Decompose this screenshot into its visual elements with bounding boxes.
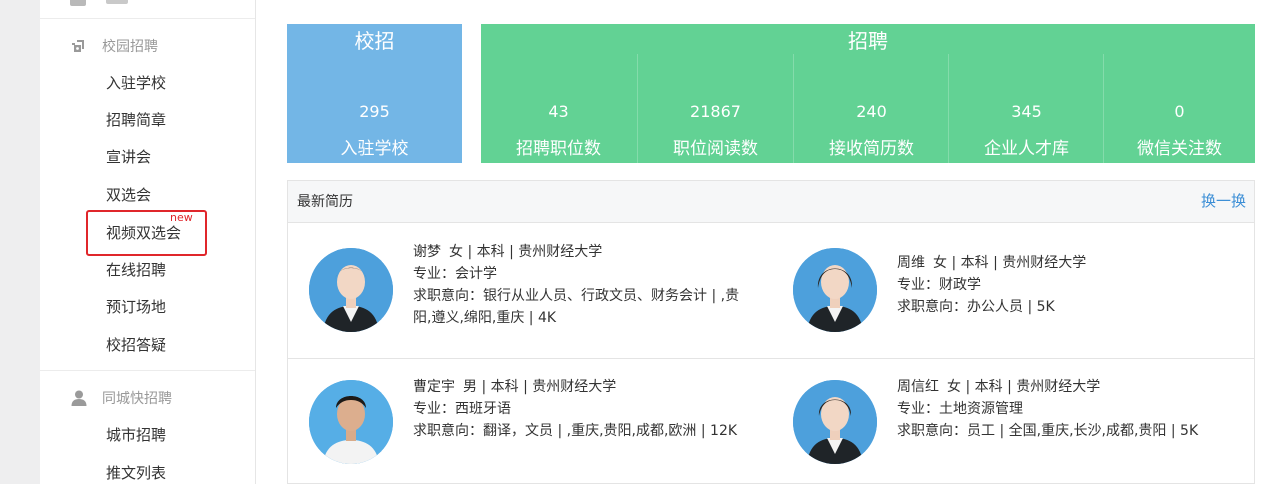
resume-major: 专业：会计学 <box>413 266 497 282</box>
sidebar-item-venue-booking[interactable]: 预订场地 <box>106 296 166 318</box>
sidebar-item-job-fair[interactable]: 双选会 <box>106 184 151 206</box>
stat-value: 345 <box>1011 102 1042 121</box>
resume-info: 曹定宇男 | 本科 | 贵州财经大学 专业：西班牙语 求职意向：翻译，文员 | … <box>413 376 753 442</box>
stat-job-views[interactable]: 21867 职位阅读数 <box>638 54 793 163</box>
sidebar-item-campus-faq[interactable]: 校招答疑 <box>106 334 166 356</box>
resume-summary: 女 | 本科 | 贵州财经大学 <box>947 379 1101 395</box>
sidebar-divider <box>40 370 255 371</box>
resume-name: 周信红 <box>897 379 939 395</box>
resume-summary-line: 谢梦女 | 本科 | 贵州财经大学 <box>413 241 753 263</box>
resume-summary-line: 周维女 | 本科 | 贵州财经大学 <box>897 252 1237 274</box>
new-badge: new <box>170 211 193 224</box>
resume-major: 专业：土地资源管理 <box>897 401 1023 417</box>
resume-info: 周维女 | 本科 | 贵州财经大学 专业：财政学 求职意向：办公人员 | 5K <box>897 252 1237 318</box>
sidebar-item-schools[interactable]: 入驻学校 <box>106 72 166 94</box>
stat-label: 招聘职位数 <box>516 139 601 159</box>
campus-stats-title: 校招 <box>354 29 395 53</box>
stat-label: 接收简历数 <box>829 139 914 159</box>
avatar <box>793 248 877 332</box>
resume-summary: 男 | 本科 | 贵州财经大学 <box>463 379 617 395</box>
sidebar-group-label: 同城快招聘 <box>102 391 172 407</box>
avatar <box>309 248 393 332</box>
sidebar-group-city[interactable]: 同城快招聘 <box>40 387 172 409</box>
resume-major: 专业：西班牙语 <box>413 401 511 417</box>
campus-icon <box>70 37 88 55</box>
sidebar-item-brochure[interactable]: 招聘简章 <box>106 109 166 131</box>
sidebar-previous-item-label <box>106 0 128 4</box>
resume-name: 谢梦 <box>413 244 441 260</box>
stat-value: 21867 <box>690 102 741 121</box>
stat-value: 240 <box>856 102 887 121</box>
resume-name: 周维 <box>897 255 925 271</box>
sidebar-item-article-list[interactable]: 推文列表 <box>106 462 166 484</box>
recruit-stats-title: 招聘 <box>848 29 888 53</box>
resume-card[interactable]: 曹定宇男 | 本科 | 贵州财经大学 专业：西班牙语 求职意向：翻译，文员 | … <box>309 373 779 493</box>
resume-info: 谢梦女 | 本科 | 贵州财经大学 专业：会计学 求职意向：银行从业人员、行政文… <box>413 241 753 329</box>
stat-job-posts[interactable]: 43 招聘职位数 <box>481 54 636 163</box>
resume-intent: 求职意向：翻译，文员 | ,重庆,贵阳,成都,欧洲 | 12K <box>413 423 738 439</box>
user-icon <box>70 389 88 407</box>
resume-summary: 女 | 本科 | 贵州财经大学 <box>449 244 603 260</box>
stat-wechat-followers[interactable]: 0 微信关注数 <box>1104 54 1255 163</box>
recruit-stats-card: 招聘 43 招聘职位数 21867 职位阅读数 240 接收简历数 345 企业… <box>481 24 1255 163</box>
resume-card[interactable]: 谢梦女 | 本科 | 贵州财经大学 专业：会计学 求职意向：银行从业人员、行政文… <box>309 241 779 361</box>
refresh-button[interactable]: 换一换 <box>1201 191 1246 211</box>
resume-summary-line: 周信红女 | 本科 | 贵州财经大学 <box>897 376 1237 398</box>
stat-value: 43 <box>548 102 569 121</box>
window-left-gutter <box>0 0 40 484</box>
panel-header: 最新简历 换一换 <box>288 181 1254 223</box>
resume-card[interactable]: 周信红女 | 本科 | 贵州财经大学 专业：土地资源管理 求职意向：员工 | 全… <box>793 373 1263 493</box>
stat-label: 职位阅读数 <box>673 139 758 159</box>
campus-stats-card: 校招 295 入驻学校 <box>287 24 462 163</box>
resume-major: 专业：财政学 <box>897 277 981 293</box>
sidebar-group-campus[interactable]: 校园招聘 <box>40 35 158 57</box>
avatar <box>309 380 393 464</box>
sidebar-item-seminar[interactable]: 宣讲会 <box>106 146 151 168</box>
sidebar-item-online-recruit[interactable]: 在线招聘 <box>106 259 166 281</box>
stat-label: 企业人才库 <box>984 139 1069 159</box>
resume-card[interactable]: 周维女 | 本科 | 贵州财经大学 专业：财政学 求职意向：办公人员 | 5K <box>793 241 1263 361</box>
resume-intent: 求职意向：银行从业人员、行政文员、财务会计 | ,贵阳,遵义,绵阳,重庆 | 4… <box>413 288 740 326</box>
avatar <box>793 380 877 464</box>
home-icon <box>70 0 86 6</box>
sidebar-previous-item[interactable] <box>40 0 255 19</box>
stat-talent-pool[interactable]: 345 企业人才库 <box>949 54 1104 163</box>
stat-label: 微信关注数 <box>1137 139 1222 159</box>
main-content: 校招 295 入驻学校 招聘 43 招聘职位数 21867 职位阅读数 240 … <box>256 0 1280 484</box>
stat-value: 295 <box>359 102 390 121</box>
stat-value: 0 <box>1174 102 1185 121</box>
resume-intent: 求职意向：办公人员 | 5K <box>897 299 1055 315</box>
latest-resumes-panel: 最新简历 换一换 谢梦女 | 本科 | 贵州财经大学 专业：会计学 求职意向：银… <box>287 180 1255 484</box>
resume-summary: 女 | 本科 | 贵州财经大学 <box>933 255 1087 271</box>
resume-intent: 求职意向：员工 | 全国,重庆,长沙,成都,贵阳 | 5K <box>897 423 1199 439</box>
panel-title: 最新简历 <box>297 194 353 210</box>
resume-summary-line: 曹定宇男 | 本科 | 贵州财经大学 <box>413 376 753 398</box>
sidebar-item-city-recruit[interactable]: 城市招聘 <box>106 424 166 446</box>
stat-label: 入驻学校 <box>340 139 409 159</box>
resume-name: 曹定宇 <box>413 379 455 395</box>
resume-info: 周信红女 | 本科 | 贵州财经大学 专业：土地资源管理 求职意向：员工 | 全… <box>897 376 1237 442</box>
sidebar-group-label: 校园招聘 <box>102 39 158 55</box>
stat-schools[interactable]: 295 入驻学校 <box>287 54 462 163</box>
stat-resumes-received[interactable]: 240 接收简历数 <box>794 54 949 163</box>
